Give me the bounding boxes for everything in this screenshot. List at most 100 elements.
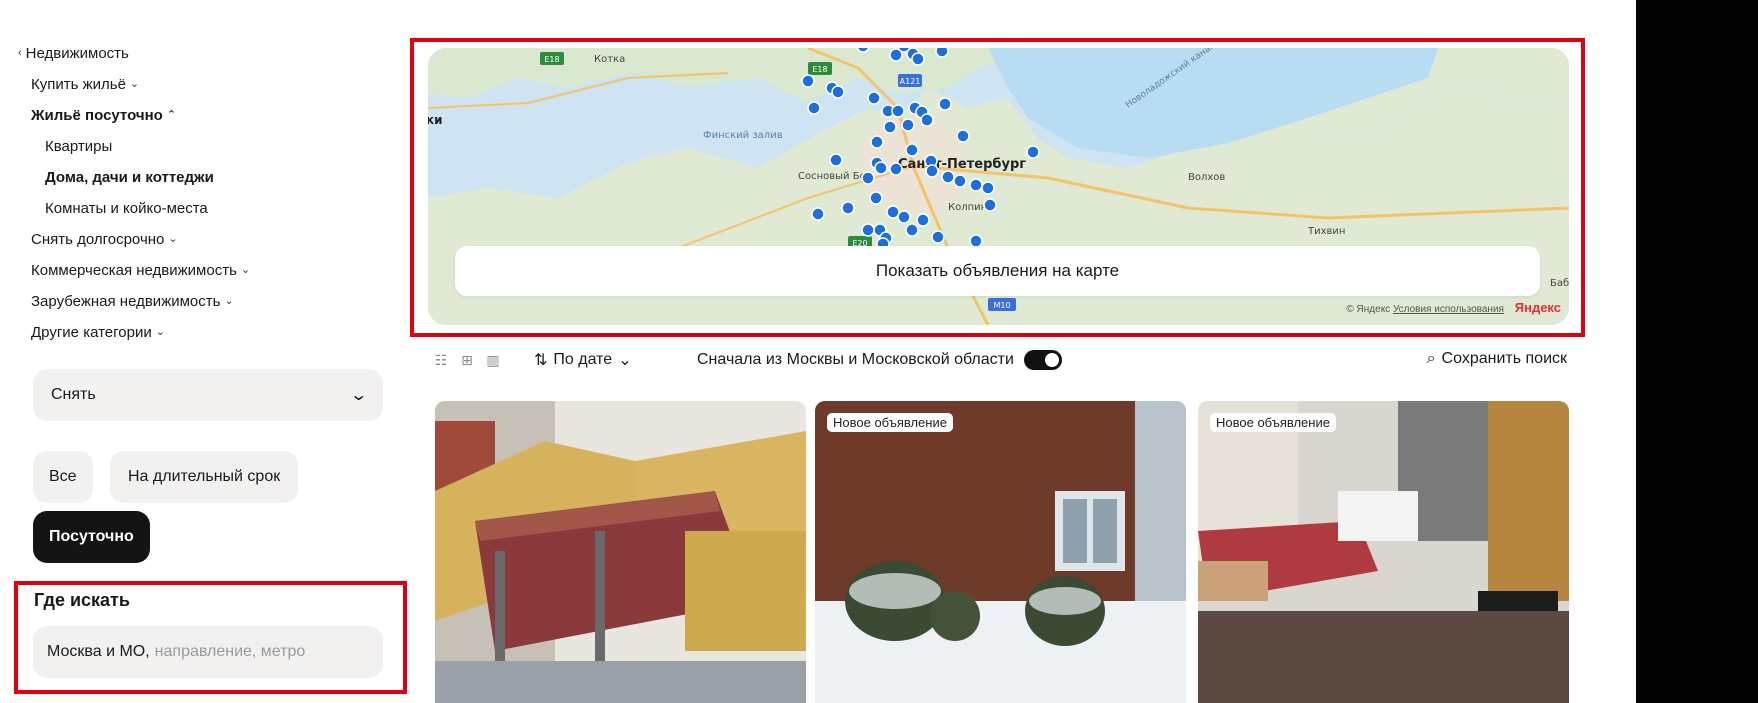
sidebar-item-rooms[interactable]: Комнаты и койко-места	[18, 193, 418, 224]
listing-marker[interactable]	[891, 104, 905, 118]
map-label: Финский залив	[703, 130, 783, 141]
sidebar-item-label: Другие категории	[31, 324, 152, 341]
chevron-down-icon: ⌄	[618, 352, 632, 369]
rent-option-daily[interactable]: Посуточно	[33, 511, 150, 563]
listing-card[interactable]: Новое объявление	[815, 401, 1186, 703]
where-title: Где искать	[34, 590, 130, 610]
sort-dropdown[interactable]: ⇅ По дате ⌄	[534, 350, 632, 370]
listing-marker[interactable]	[905, 143, 919, 157]
chevron-down-icon: ⌄	[224, 295, 234, 307]
road-badge: E18	[544, 55, 559, 64]
back-link-label: Недвижимость	[25, 45, 129, 62]
listing-marker[interactable]	[869, 191, 883, 205]
new-listing-badge: Новое объявление	[1210, 413, 1336, 432]
sidebar-item-other[interactable]: Другие категории ⌄	[18, 317, 418, 348]
sidebar-item-label: Снять долгосрочно	[31, 231, 165, 248]
region-priority: Сначала из Москвы и Московской области	[697, 350, 1062, 370]
listing-marker[interactable]	[905, 223, 919, 237]
listing-marker[interactable]	[883, 120, 897, 134]
sidebar-item-label: Дома, дачи и коттеджи	[45, 169, 214, 186]
sidebar-item-label: Квартиры	[45, 138, 113, 155]
listing-marker[interactable]	[870, 135, 884, 149]
save-search-icon: ⌕	[1426, 350, 1436, 367]
sidebar-item-label: Коммерческая недвижимость	[31, 262, 237, 279]
sidebar-item-label: Зарубежная недвижимость	[31, 293, 221, 310]
map-view-icon[interactable]: ▥	[484, 351, 502, 369]
listing-marker[interactable]	[953, 174, 967, 188]
listing-marker[interactable]	[920, 113, 934, 127]
listing-marker[interactable]	[1026, 145, 1040, 159]
region-toggle-switch[interactable]	[1023, 350, 1062, 370]
sidebar-item-houses[interactable]: Дома, дачи и коттеджи	[18, 162, 418, 193]
listing-marker[interactable]	[861, 223, 875, 237]
show-on-map-button[interactable]: Показать объявления на карте	[455, 246, 1540, 296]
map-brand-logo: Яндекс	[1514, 300, 1561, 315]
sidebar-item-label: Купить жильё	[31, 76, 126, 93]
listing-marker[interactable]	[956, 129, 970, 143]
back-link-realty[interactable]: ‹ Недвижимость	[18, 38, 418, 69]
map-preview[interactable]: E18 E18 A121 E20 M10 Котка Финский залив…	[428, 48, 1569, 325]
map-label: Волхов	[1188, 172, 1225, 183]
road-badge: M10	[993, 301, 1010, 310]
listing-marker[interactable]	[889, 162, 903, 176]
rent-option-label: Все	[49, 468, 77, 485]
chevron-down-icon: ⌄	[168, 233, 178, 245]
rent-option-long-term[interactable]: На длительный срок	[110, 451, 299, 503]
listing-marker[interactable]	[925, 164, 939, 178]
screen-edge-black	[1636, 0, 1758, 703]
rent-option-all[interactable]: Все	[33, 451, 93, 503]
listing-marker[interactable]	[807, 101, 821, 115]
listing-card[interactable]	[435, 401, 806, 703]
sidebar-item-daily-rent[interactable]: Жильё посуточно ⌃	[18, 100, 418, 131]
sidebar-item-long-rent[interactable]: Снять долгосрочно ⌄	[18, 224, 418, 255]
map-label: ки	[428, 113, 443, 127]
save-search-label: Сохранить поиск	[1441, 350, 1567, 367]
listing-marker[interactable]	[911, 52, 925, 66]
location-input[interactable]: Москва и МО, направление, метро	[33, 626, 383, 678]
map-terms-link[interactable]: Условия использования	[1393, 304, 1504, 315]
listing-marker[interactable]	[861, 171, 875, 185]
listing-marker[interactable]	[938, 97, 952, 111]
listing-marker[interactable]	[916, 213, 930, 227]
save-search-button[interactable]: ⌕ Сохранить поиск	[1427, 350, 1567, 368]
listing-marker[interactable]	[867, 91, 881, 105]
map-label: Баб	[1550, 278, 1569, 289]
chevron-down-icon: ⌄	[129, 78, 140, 90]
rent-option-label: Посуточно	[49, 528, 134, 545]
location-value: Москва и МО,	[47, 643, 150, 660]
listing-marker[interactable]	[941, 170, 955, 184]
deal-type-select[interactable]: Снять ⌄	[33, 369, 383, 421]
listing-marker[interactable]	[897, 210, 911, 224]
chevron-left-icon: ‹	[18, 47, 22, 59]
listing-marker[interactable]	[841, 201, 855, 215]
grid-view-icon[interactable]: ⊞	[458, 351, 476, 369]
listing-card[interactable]: Новое объявление	[1198, 401, 1569, 703]
listing-marker[interactable]	[901, 118, 915, 132]
listing-marker[interactable]	[801, 74, 815, 88]
sidebar-item-foreign[interactable]: Зарубежная недвижимость ⌄	[18, 286, 418, 317]
show-on-map-label: Показать объявления на карте	[875, 261, 1120, 280]
results-toolbar: ☷ ⊞ ▥ ⇅ По дате ⌄ Сначала из Москвы и Мо…	[432, 346, 1567, 376]
listing-marker[interactable]	[889, 48, 903, 62]
region-toggle-label: Сначала из Москвы и Московской области	[697, 351, 1014, 368]
deal-type-value: Снять	[51, 386, 96, 403]
listing-marker[interactable]	[935, 48, 949, 58]
listing-marker[interactable]	[969, 178, 983, 192]
listing-marker[interactable]	[829, 153, 843, 167]
listing-marker[interactable]	[831, 85, 845, 99]
listing-marker[interactable]	[811, 207, 825, 221]
sidebar-item-commercial[interactable]: Коммерческая недвижимость ⌄	[18, 255, 418, 286]
list-view-icon[interactable]: ☷	[432, 351, 450, 369]
map-label: Котка	[594, 54, 625, 65]
sidebar-item-buy[interactable]: Купить жильё ⌄	[18, 69, 418, 100]
sort-label: По дате	[553, 351, 613, 368]
map-copyright: © Яндекс	[1346, 304, 1391, 315]
listing-marker[interactable]	[931, 230, 945, 244]
road-badge: E18	[812, 65, 827, 74]
listing-marker[interactable]	[981, 181, 995, 195]
listing-marker[interactable]	[983, 198, 997, 212]
listing-marker[interactable]	[886, 205, 900, 219]
new-listing-badge: Новое объявление	[827, 413, 953, 432]
listing-marker[interactable]	[874, 161, 888, 175]
sidebar-item-apartments[interactable]: Квартиры	[18, 131, 418, 162]
